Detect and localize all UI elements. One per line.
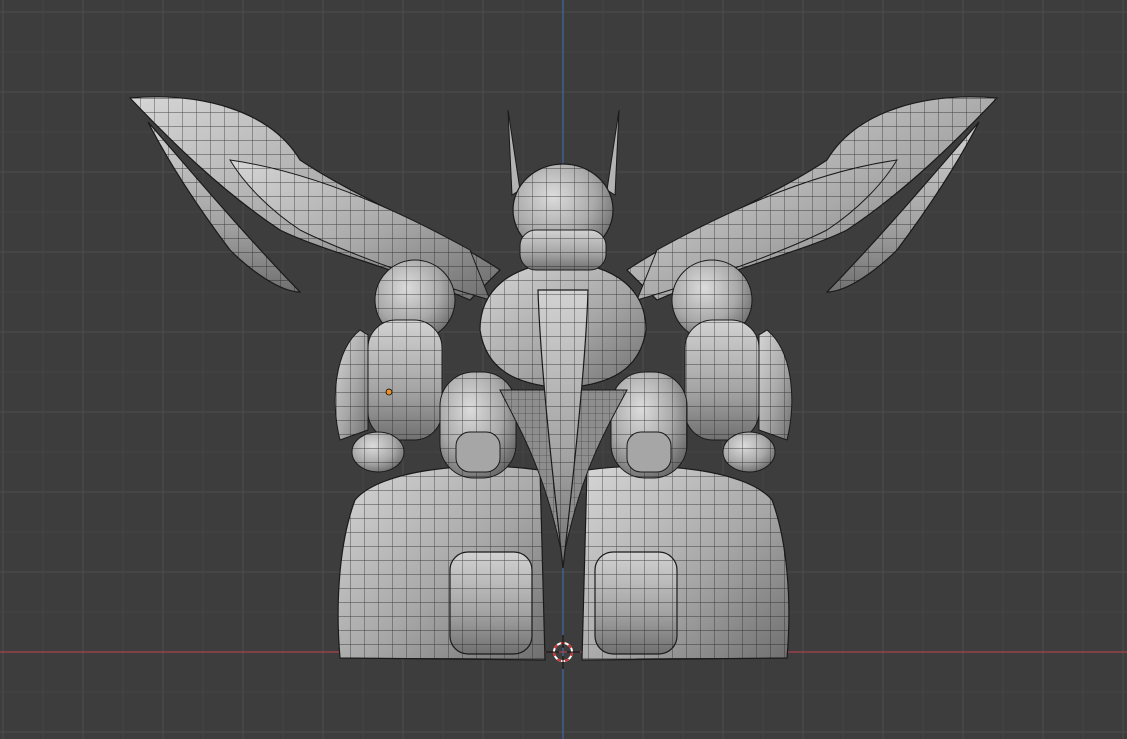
left-leg[interactable]: [337, 465, 546, 661]
object-origin-dot[interactable]: [385, 388, 393, 396]
viewport-canvas[interactable]: [0, 0, 1127, 739]
left-knee[interactable]: [439, 371, 517, 479]
right-arm[interactable]: [684, 319, 793, 473]
right-knee[interactable]: [610, 371, 688, 479]
left-arm[interactable]: [334, 319, 443, 473]
right-leg[interactable]: [581, 465, 790, 661]
3d-viewport[interactable]: [0, 0, 1127, 739]
left-wing[interactable]: [128, 96, 501, 301]
